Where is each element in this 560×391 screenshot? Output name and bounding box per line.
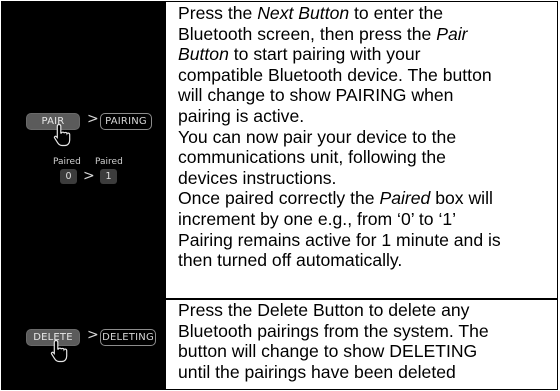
pair-line-12: Pairing remains active for 1 minute and … <box>178 229 501 250</box>
pair-line-11: increment by one e.g., from ‘0’ to ‘1’ <box>178 208 457 229</box>
pair-row: PAIR > PAIRING Paired Paired 0 > 1 Press… <box>2 2 557 300</box>
paired-label-before: Paired <box>53 157 81 167</box>
button-term: Button <box>178 44 229 65</box>
delete-illustration: DELETE > DELETING <box>2 300 166 389</box>
deleting-button-label: DELETING <box>102 332 154 343</box>
delete-line-3: button will change to show DELETING <box>178 341 478 362</box>
delete-line-4: until the pairings have been deleted <box>178 361 456 382</box>
hand-pointer-icon <box>53 123 71 147</box>
pair-illustration: PAIR > PAIRING Paired Paired 0 > 1 <box>2 2 166 298</box>
pair-line-9: devices instructions. <box>178 167 337 188</box>
pair-line-8: communications unit, following the <box>178 147 446 168</box>
instruction-table: PAIR > PAIRING Paired Paired 0 > 1 Press… <box>1 1 558 390</box>
delete-line-1: Press the Delete Button to delete any <box>178 300 470 320</box>
pair-line-6: pairing is active. <box>178 105 305 126</box>
pairing-button-label: PAIRING <box>105 116 147 127</box>
chevron-right-icon: > <box>87 327 99 343</box>
chevron-right-icon: > <box>83 168 95 184</box>
pair-line-1: Press the Next Button to enter the <box>178 3 444 23</box>
paired-count-box-before: 0 <box>60 169 77 184</box>
pairing-button: PAIRING <box>100 113 152 130</box>
pair-line-5: will change to show PAIRING when <box>178 85 454 106</box>
pair-line-13: then turned off automatically. <box>178 250 403 271</box>
hand-pointer-icon <box>50 339 68 363</box>
pair-line-2: Bluetooth screen, then press the Pair <box>178 23 468 44</box>
chevron-right-icon: > <box>87 111 99 127</box>
paired-count-box-after: 1 <box>100 169 117 184</box>
delete-instructions: Press the Delete Button to delete any Bl… <box>166 300 557 389</box>
delete-line-2: Bluetooth pairings from the system. The <box>178 320 489 341</box>
pair-term: Pair <box>436 23 468 44</box>
paired-label-after: Paired <box>95 157 123 167</box>
pair-line-7: You can now pair your device to the <box>178 126 457 147</box>
deleting-button: DELETING <box>100 329 156 346</box>
next-button-term: Next Button <box>257 3 350 23</box>
pair-instructions: Press the Next Button to enter the Bluet… <box>166 2 557 298</box>
pair-line-3: Button to start pairing with your <box>178 44 421 65</box>
pair-line-4: compatible Bluetooth device. The button <box>178 64 492 85</box>
paired-term: Paired <box>379 188 431 209</box>
delete-row: DELETE > DELETING Press the Delete Butto… <box>2 300 557 389</box>
paired-count-before: 0 <box>65 171 72 182</box>
paired-count-after: 1 <box>105 171 112 182</box>
pair-line-10: Once paired correctly the Paired box wil… <box>178 188 493 209</box>
